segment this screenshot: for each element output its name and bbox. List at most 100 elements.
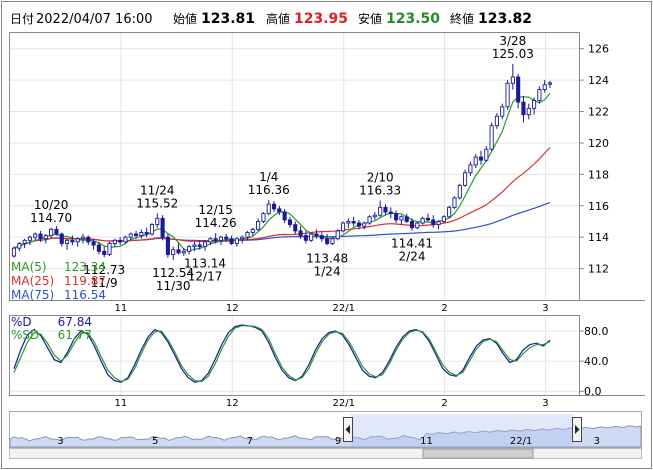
legend-label: MA(25) <box>11 274 54 288</box>
candle-body <box>22 239 27 244</box>
annotation-value: 113.14 <box>184 257 226 271</box>
legend-value: 123.34 <box>64 260 106 274</box>
annotation-date: 12/15 <box>198 203 233 217</box>
price-annotation: 11/24115.52 <box>136 183 178 210</box>
navigator-selection[interactable] <box>351 414 573 447</box>
chart-frame: 日付 2022/04/07 16:00 始値 123.81 高値 123.95 … <box>1 1 652 469</box>
price-x-tick-label: 11 <box>114 303 127 314</box>
datetime: 2022/04/07 16:00 <box>36 12 153 27</box>
candle-body <box>351 221 356 224</box>
candle-body <box>271 203 277 210</box>
legend-label: MA(5) <box>11 260 47 274</box>
candle <box>107 241 112 257</box>
candle-body <box>149 224 155 235</box>
candle-body <box>144 232 149 235</box>
candle-body <box>383 206 388 213</box>
annotation-date: 1/24 <box>314 264 341 278</box>
stoch-y-tick-label: 0.0 <box>584 385 602 398</box>
stoch-x-tick-label: 2 <box>441 398 447 409</box>
annotation-date: 1/4 <box>259 170 278 184</box>
open-value: 123.81 <box>201 11 255 27</box>
candle-body <box>197 244 202 248</box>
candle-body <box>229 238 234 244</box>
price-x-tick-label: 22/1 <box>332 303 354 314</box>
stoch-x-tick-label: 22/1 <box>332 398 354 409</box>
candle <box>309 232 314 242</box>
candle-body <box>218 236 224 241</box>
candle-body <box>447 206 452 218</box>
candle <box>452 196 457 209</box>
stoch-y-tick-label: 80.0 <box>584 325 609 338</box>
candle-body <box>436 221 441 226</box>
navigator-x-tick-label: 22/1 <box>510 436 532 447</box>
candle-body <box>463 172 468 186</box>
candle-body <box>277 208 282 213</box>
candle-body <box>367 216 372 224</box>
navigator-left-handle[interactable] <box>343 417 353 442</box>
candle-body <box>510 76 515 84</box>
candle-body <box>208 238 213 243</box>
price-y-tick-label: 122 <box>588 106 609 119</box>
candle-body <box>224 236 229 240</box>
candle <box>505 80 510 110</box>
candle-body <box>266 203 271 215</box>
navigator-scrollbar[interactable] <box>9 448 642 459</box>
legend-label: MA(75) <box>11 288 54 302</box>
candle-body <box>547 82 553 85</box>
candle <box>340 221 346 233</box>
candle-body <box>521 101 526 116</box>
candle-body <box>335 230 340 240</box>
low-value: 123.50 <box>386 11 440 27</box>
candle-body <box>65 239 70 244</box>
price-annotation: 113.1412/17 <box>184 257 226 284</box>
annotation-value: 113.48 <box>306 251 348 265</box>
candle-body <box>431 219 436 226</box>
price-y-tick-label: 118 <box>588 168 609 181</box>
navigator-x-tick-label: 11 <box>420 436 433 447</box>
candle-body <box>516 76 521 103</box>
candle <box>489 122 494 151</box>
legend-value: 119.87 <box>64 274 106 288</box>
candle <box>457 183 462 200</box>
candle-body <box>102 250 107 255</box>
navigator-x-tick-label: 7 <box>247 436 253 447</box>
scrollbar-thumb[interactable] <box>422 448 534 459</box>
candle-body <box>303 235 308 241</box>
candle-body <box>128 233 133 238</box>
candle-body <box>96 244 101 252</box>
annotation-value: 125.03 <box>492 47 534 61</box>
annotation-value: 114.41 <box>391 237 433 251</box>
candle-body <box>234 238 239 244</box>
candle-body <box>394 213 399 221</box>
candle-body <box>33 233 38 238</box>
candle-body <box>505 82 510 108</box>
candle-body <box>356 222 362 227</box>
candle-body <box>372 214 377 218</box>
open-label: 始値 <box>173 11 197 26</box>
candle-body <box>43 235 48 240</box>
candle-body <box>123 236 128 243</box>
navigator-x-tick-label: 9 <box>335 436 341 447</box>
candle-body <box>75 238 80 243</box>
candle <box>160 215 165 241</box>
candle-body <box>340 222 346 232</box>
candle-body <box>250 228 255 233</box>
candle-body <box>494 115 499 127</box>
annotation-date: 11/30 <box>156 279 191 293</box>
candle-body <box>91 241 96 246</box>
navigator-x-tick-label: 3 <box>594 436 600 447</box>
candle-body <box>314 233 319 237</box>
close-label: 終値 <box>450 11 474 26</box>
navigator-right-handle[interactable] <box>572 417 582 442</box>
stoch-y-tick-label: 40.0 <box>584 355 609 368</box>
price-y-tick-label: 120 <box>588 137 609 150</box>
candle-body <box>107 243 112 255</box>
candle <box>335 229 340 241</box>
candle-body <box>139 232 144 237</box>
candle-body <box>54 228 59 235</box>
candle-body <box>468 164 473 174</box>
candle-body <box>542 84 547 90</box>
candle <box>415 221 420 230</box>
candle-body <box>298 230 303 237</box>
candle-body <box>309 233 314 241</box>
